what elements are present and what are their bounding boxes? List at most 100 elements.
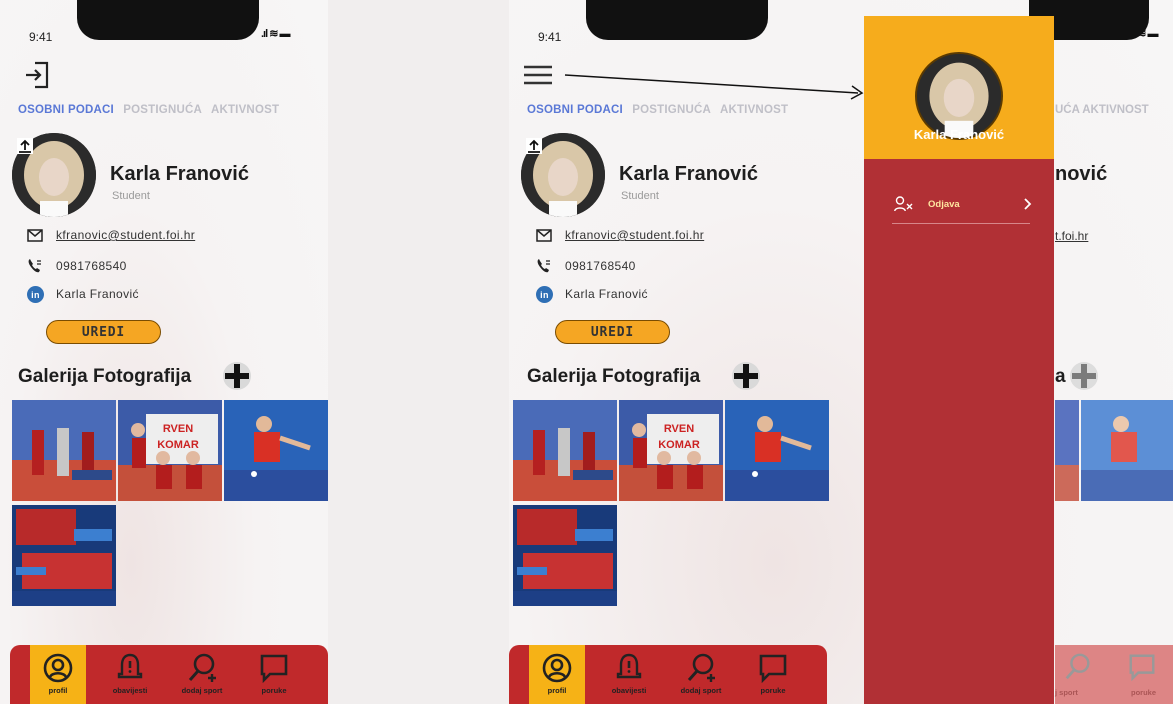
linkedin-icon: in [26,285,44,303]
upload-icon[interactable] [525,137,543,155]
mail-icon [26,226,44,244]
peek-nav: j sport poruke [1055,645,1173,704]
tab-aktivnost[interactable]: AKTIVNOST [720,104,788,116]
add-photo-icon[interactable] [731,361,761,391]
phone-icon [26,257,44,275]
peek-gallery: a [1055,366,1066,387]
nav-obavijesti[interactable]: obavijesti [601,645,657,704]
hamburger-menu-icon[interactable] [522,63,554,87]
chevron-right-icon [1024,198,1032,210]
gallery-photo [1055,400,1079,501]
svg-text:RVEN: RVEN [163,423,193,435]
gallery-photo[interactable] [513,400,617,501]
gallery-photo[interactable] [725,400,829,501]
logout-item[interactable]: Odjava [894,190,1044,218]
nav-dodaj-sport[interactable]: dodaj sport [673,645,729,704]
tab-osobni-podaci[interactable]: OSOBNI PODACI [527,104,623,116]
edit-button[interactable]: UREDI [46,320,161,344]
email-link[interactable]: kfranovic@student.foi.hr [565,228,704,242]
side-drawer: Karla Franović Odjava [864,16,1054,704]
nav-label: dodaj sport [680,686,722,695]
nav-profil[interactable]: profil [529,645,585,704]
nav-obavijesti[interactable]: obavijesti [102,645,158,704]
nav-profil[interactable]: profil [30,645,86,704]
nav-label: poruke [261,686,287,695]
gallery-photo[interactable] [12,505,116,606]
tab-osobni-podaci[interactable]: OSOBNI PODACI [18,104,114,116]
status-time: 9:41 [29,30,53,44]
email-link[interactable]: kfranovic@student.foi.hr [56,228,195,242]
phone-row: 0981768540 [26,257,127,275]
gallery-photo[interactable] [12,400,116,501]
gallery-photo[interactable] [513,505,617,606]
mail-icon [535,226,553,244]
nav-label: poruke [1131,688,1157,697]
email-row: kfranovic@student.foi.hr [26,226,195,244]
tab-bar: OSOBNI PODACI POSTIGNUĆA AKTIVNOST [18,104,285,116]
logout-label: Odjava [928,198,960,210]
message-icon [759,654,787,684]
gallery-photo [1081,400,1173,501]
nav-label: poruke [760,686,786,695]
nav-poruke[interactable]: poruke [745,645,801,704]
nav-label: j sport [1055,688,1078,697]
nav-label: profil [547,686,567,695]
bell-alert-icon [117,653,143,679]
nav-label: obavijesti [611,686,647,695]
stage: 9:41 .ıl ≋ ▬ OSOBNI PODACI POSTIGNUĆA AK… [0,0,1173,704]
linkedin-name[interactable]: Karla Franović [565,287,648,301]
search-add-icon [188,653,216,682]
svg-text:KOMAR: KOMAR [658,439,700,451]
search-add-icon [1065,653,1090,680]
svg-text:in: in [540,290,549,300]
tab-bar: OSOBNI PODACI POSTIGNUĆA AKTIVNOST [527,104,794,116]
edit-button[interactable]: UREDI [555,320,670,344]
message-icon [260,654,288,684]
email-row: kfranovic@student.foi.hr [535,226,704,244]
message-icon [1129,654,1155,682]
profile-name: Karla Franović [619,163,758,185]
phone-number: 0981768540 [56,259,127,273]
login-icon[interactable] [24,60,52,90]
nav-label: profil [48,686,68,695]
drawer-user-name: Karla Franović [913,127,1005,142]
gallery-photo[interactable]: RVEN KOMAR [118,400,222,501]
phone-row: 0981768540 [535,257,636,275]
nav-poruke[interactable]: poruke [246,645,302,704]
nav-label: obavijesti [112,686,148,695]
peek-name: nović [1055,163,1108,185]
user-circle-icon [542,653,572,683]
svg-text:in: in [31,290,40,300]
tab-aktivnost[interactable]: AKTIVNOST [211,104,279,116]
linkedin-name[interactable]: Karla Franović [56,287,139,301]
gallery-photo[interactable] [224,400,328,501]
phone-menu: 9:41 .ıl ≋ ▬ OSOBNI PODACI POSTIGNUĆA AK… [509,0,1173,704]
drawer-divider [892,223,1030,224]
notch [586,0,768,40]
svg-text:KOMAR: KOMAR [157,439,199,451]
bottom-nav: profil obavijesti dodaj sport poruke [10,645,328,704]
upload-icon[interactable] [16,137,34,155]
nav-label: dodaj sport [181,686,223,695]
add-photo-icon[interactable] [222,361,252,391]
peek-email: t.foi.hr [1055,229,1089,243]
gallery-photo[interactable]: RVEN KOMAR [619,400,723,501]
drawer-header: Karla Franović [864,16,1054,159]
phone-profile: 9:41 .ıl ≋ ▬ OSOBNI PODACI POSTIGNUĆA AK… [0,0,328,704]
search-add-icon [687,653,715,682]
nav-dodaj-sport[interactable]: dodaj sport [174,645,230,704]
peek-tabs: UĆA AKTIVNOST [1055,104,1149,116]
profile-name: Karla Franović [110,163,249,185]
bell-alert-icon [616,653,642,679]
profile-role: Student [621,190,659,202]
phone-icon [535,257,553,275]
linkedin-row: in Karla Franović [26,285,139,303]
tab-postignuca[interactable]: POSTIGNUĆA [123,104,202,116]
gallery-title: Galerija Fotografija [18,366,192,387]
bottom-nav: profil obavijesti dodaj sport poruke [509,645,827,704]
notch [77,0,259,40]
tab-postignuca[interactable]: POSTIGNUĆA [632,104,711,116]
add-photo-icon [1070,362,1098,390]
gallery-title: Galerija Fotografija [527,366,701,387]
user-remove-icon [894,196,913,212]
